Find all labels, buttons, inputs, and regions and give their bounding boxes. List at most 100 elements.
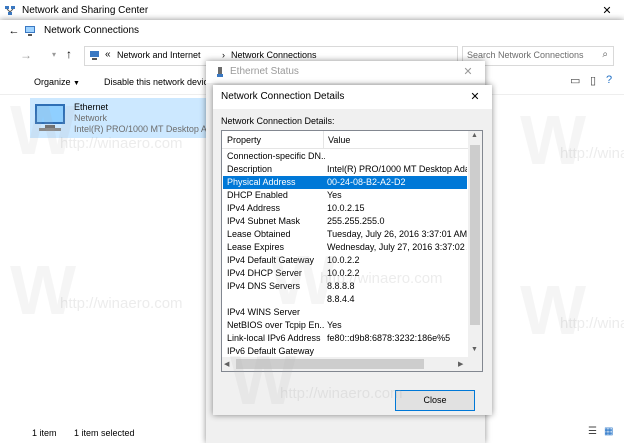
table-row[interactable]: 8.8.4.4 [223,293,467,306]
search-icon[interactable]: ⌕ [602,49,608,60]
up-arrow-icon[interactable]: ↑ [66,47,72,61]
organize-label: Organize [34,77,71,87]
ethernet-status-title: Ethernet Status [230,66,299,77]
breadcrumb-separator-icon[interactable]: › [222,50,225,60]
row-property: IPv4 DNS Servers [227,281,301,291]
row-property: IPv4 DHCP Server [227,268,302,278]
table-row[interactable]: IPv4 DNS Servers 8.8.8.8 [223,280,467,293]
header-property[interactable]: Property [227,135,261,145]
ethernet-connection-item[interactable]: Ethernet Network Intel(R) PRO/1000 MT De… [30,98,212,138]
horizontal-scroll-thumb[interactable] [236,359,424,369]
details-close-x-button[interactable]: ✕ [458,85,492,109]
row-value: Tuesday, July 26, 2016 3:37:01 AM [327,229,467,239]
back-window-close-button[interactable]: ✕ [590,0,624,22]
row-property: Lease Expires [227,242,285,252]
vertical-scrollbar[interactable]: ▲ ▼ [468,131,482,357]
scroll-up-icon[interactable]: ▲ [471,132,478,139]
row-property: DHCP Enabled [227,190,288,200]
table-row[interactable]: Connection-specific DN... [223,150,467,163]
ethernet-name: Ethernet [74,102,109,112]
row-property: NetBIOS over Tcpip En... [227,320,325,330]
details-listview[interactable]: Property Value Connection-specific DN...… [221,130,483,372]
table-row[interactable]: IPv4 Address 10.0.2.15 [223,202,467,215]
table-row[interactable]: Lease Obtained Tuesday, July 26, 2016 3:3… [223,228,467,241]
search-input[interactable]: Search Network Connections [467,50,584,60]
table-row[interactable]: Description Intel(R) PRO/1000 MT Desktop … [223,163,467,176]
details-view-icon[interactable]: ☰ [588,426,597,437]
row-value: Intel(R) PRO/1000 MT Desktop Adap [327,164,467,174]
row-property: Description [227,164,273,174]
row-value: 10.0.2.2 [327,268,360,278]
details-title: Network Connection Details [221,91,345,102]
explorer-title: Network Connections [44,25,140,36]
table-row[interactable]: DHCP Enabled Yes [223,189,467,202]
row-value: fe80::d9b8:6878:3232:186e%5 [327,333,451,343]
header-value[interactable]: Value [328,135,350,145]
table-row[interactable]: IPv4 DHCP Server 10.0.2.2 [223,267,467,280]
help-icon[interactable]: ? [606,74,612,86]
table-row[interactable]: IPv4 WINS Server [223,306,467,319]
table-row[interactable]: Lease Expires Wednesday, July 27, 2016 3:… [223,241,467,254]
row-property: IPv4 Subnet Mask [227,216,301,226]
tiles-view-icon[interactable]: ▦ [604,426,613,437]
listview-header: Property Value [222,131,468,149]
back-window-titlebar[interactable]: Network and Sharing Center ✕ [0,0,624,22]
organize-dropdown-icon: ▼ [73,80,80,87]
breadcrumb-network-internet[interactable]: Network and Internet [117,50,201,60]
organize-button[interactable]: Organize ▼ [34,77,80,87]
explorer-back-nav-icon[interactable]: ← [6,20,22,42]
row-value: Wednesday, July 27, 2016 3:37:02 AM [327,242,467,252]
row-value: 00-24-08-B2-A2-D2 [327,177,406,187]
row-value: 8.8.4.4 [327,294,355,304]
forward-arrow-icon[interactable]: → [20,48,32,62]
row-value: 10.0.2.15 [327,203,365,213]
row-value: Yes [327,320,342,330]
row-value: 10.0.2.2 [327,255,360,265]
row-property: IPv4 Address [227,203,281,213]
breadcrumb-chevron-icon: « [105,49,111,60]
recent-dropdown-icon[interactable]: ▾ [52,50,56,59]
ethernet-status-icon [217,67,223,77]
details-titlebar[interactable]: Network Connection Details ✕ [213,85,492,109]
scroll-right-icon[interactable]: ▶ [458,360,463,368]
selected-count: 1 item selected [74,428,135,438]
table-row[interactable]: Link-local IPv6 Address fe80::d9b8:6878:3… [223,332,467,345]
ethernet-status-titlebar[interactable]: Ethernet Status ✕ [206,61,485,83]
listview-rows: Connection-specific DN... Description Inte… [222,150,468,356]
scroll-down-icon[interactable]: ▼ [471,346,478,353]
ethernet-adapter: Intel(R) PRO/1000 MT Desktop Ad [74,124,212,134]
table-row[interactable]: NetBIOS over Tcpip En... Yes [223,319,467,332]
ethernet-adapter-icon [35,104,65,131]
header-divider[interactable] [323,131,324,148]
explorer-titlebar[interactable]: Network Connections ← [0,20,624,42]
back-window-title: Network and Sharing Center [22,5,149,16]
address-network-icon [90,51,99,60]
row-value: 8.8.8.8 [327,281,355,291]
close-button[interactable]: Close [395,390,475,411]
row-value: 255.255.255.0 [327,216,385,226]
scroll-corner [468,357,482,371]
vertical-scroll-thumb[interactable] [470,145,480,325]
details-label: Network Connection Details: [221,116,335,126]
breadcrumb-network-connections[interactable]: Network Connections [231,50,317,60]
row-property: Physical Address [227,177,296,187]
table-row[interactable]: IPv4 Default Gateway 10.0.2.2 [223,254,467,267]
row-property: IPv4 Default Gateway [227,255,315,265]
close-button-label: Close [423,395,447,405]
table-row[interactable]: IPv4 Subnet Mask 255.255.255.0 [223,215,467,228]
row-property: Lease Obtained [227,229,291,239]
preview-pane-icon[interactable]: ▯ [590,74,596,87]
row-property: IPv4 WINS Server [227,307,301,317]
details-dialog: Network Connection Details ✕ Network Con… [213,85,492,415]
disable-device-button[interactable]: Disable this network device [104,77,213,87]
table-row[interactable]: Physical Address 00-24-08-B2-A2-D2 [223,176,467,189]
row-property: Link-local IPv6 Address [227,333,321,343]
network-center-icon [5,6,15,15]
item-count: 1 item [32,428,57,438]
network-connections-icon [25,26,35,36]
horizontal-scrollbar[interactable]: ◀ ▶ [222,357,468,371]
scroll-left-icon[interactable]: ◀ [224,360,229,368]
view-options-icon[interactable]: ▭ [570,74,580,87]
ethernet-network: Network [74,113,108,123]
ethernet-status-close-button[interactable]: ✕ [451,61,485,83]
